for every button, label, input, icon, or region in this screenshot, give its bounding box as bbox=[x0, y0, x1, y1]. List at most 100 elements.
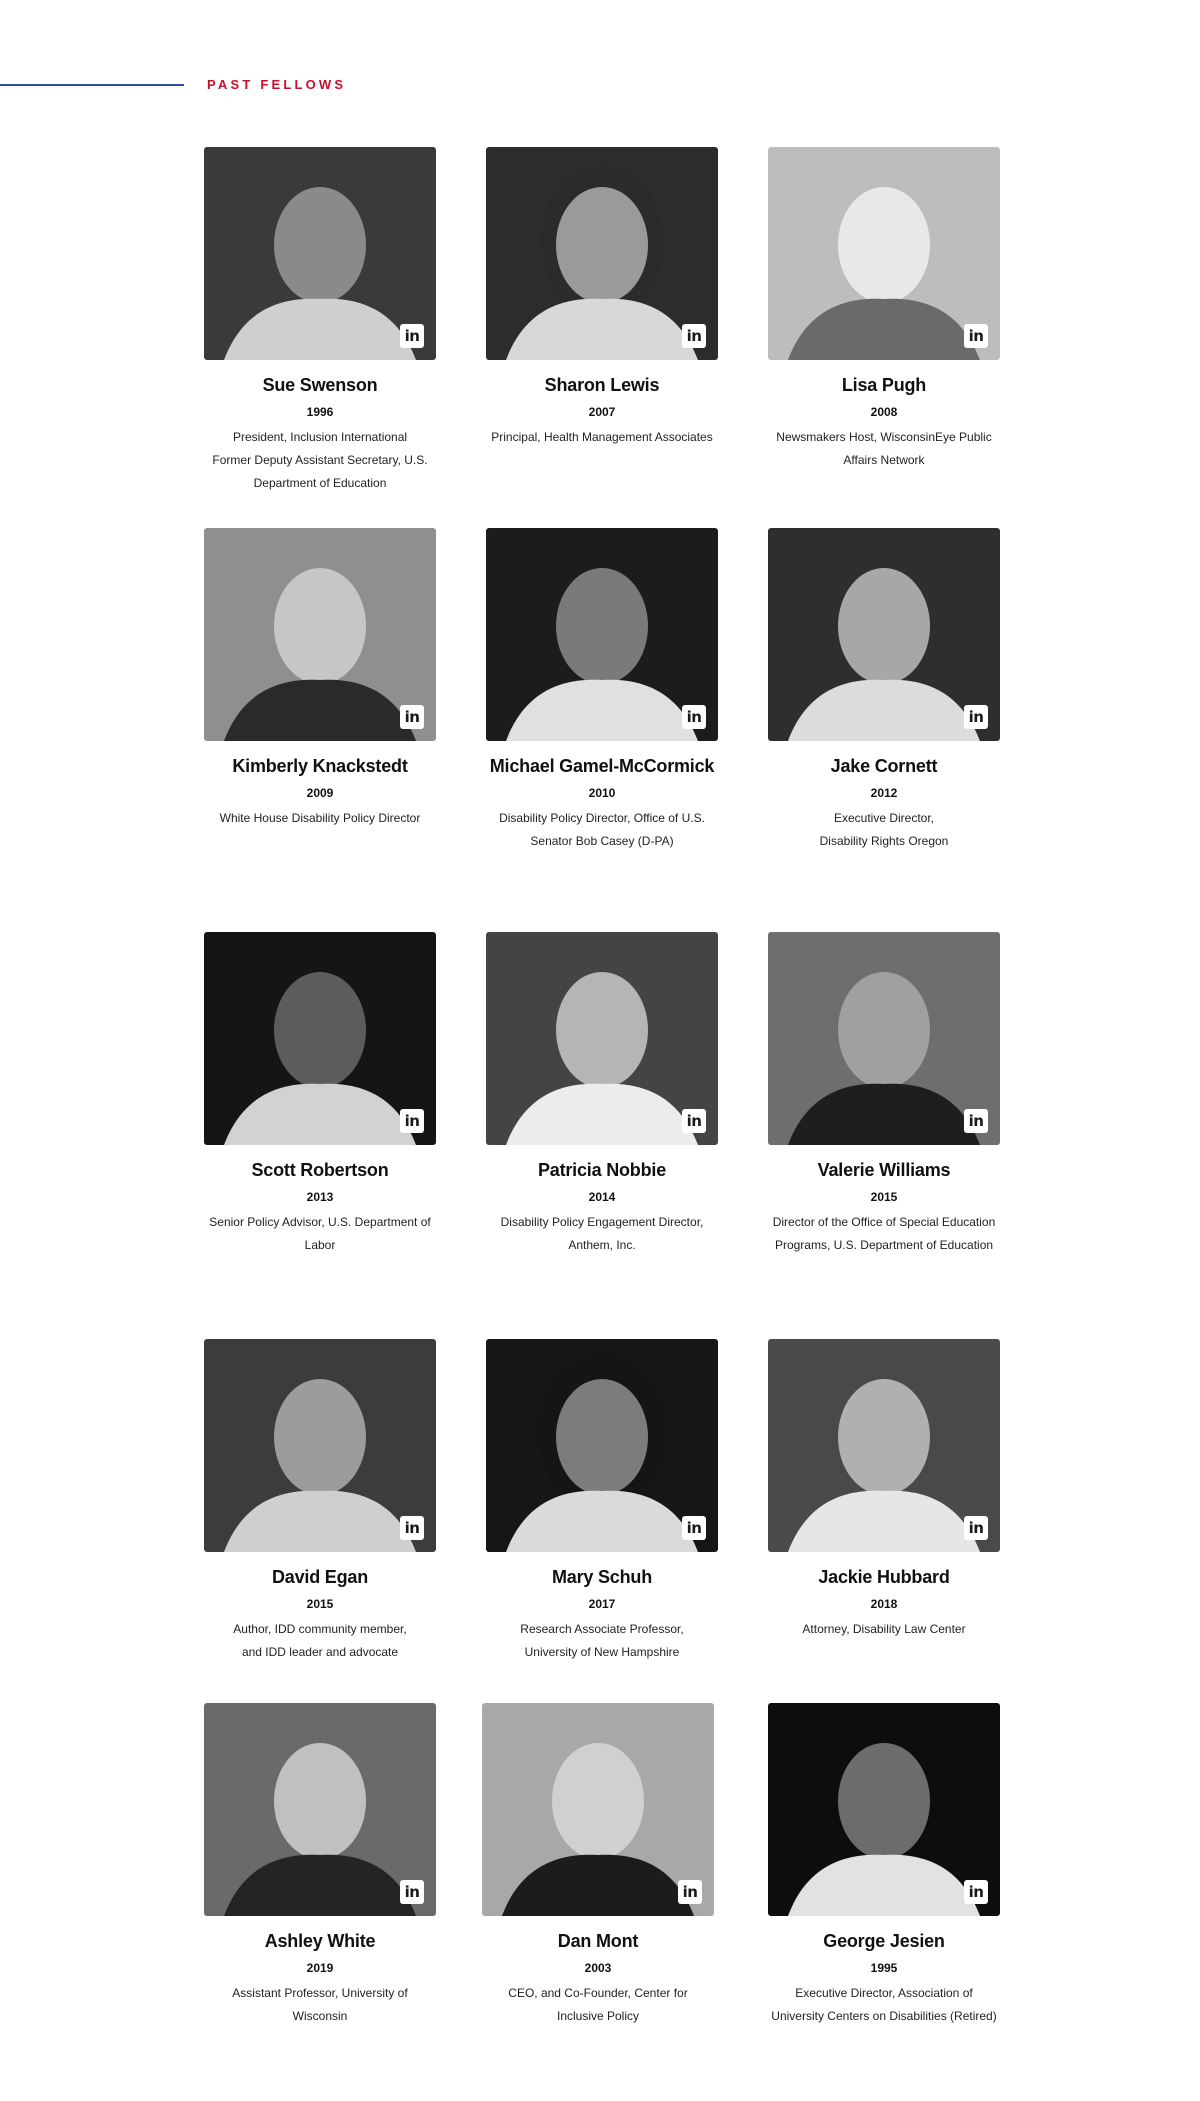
fellow-role-line: Labor bbox=[304, 1238, 336, 1252]
fellow-role-line: Newsmakers Host, WisconsinEye Public bbox=[776, 430, 992, 444]
fellow-name: David Egan bbox=[271, 1567, 369, 1587]
fellow-year: 2018 bbox=[870, 1597, 898, 1611]
fellow-role-line: Assistant Professor, University of Wisco… bbox=[232, 1986, 408, 2023]
linkedin-icon[interactable]: in bbox=[400, 324, 424, 348]
fellow-photo: in bbox=[768, 932, 1000, 1145]
fellow-card: in Mary Schuh 2017 Research Associate Profe… bbox=[486, 1339, 718, 1664]
fellow-role: Executive Director, Disability Rights Ore… bbox=[768, 807, 1000, 853]
fellow-role-line: University of New Hampshire bbox=[524, 1645, 680, 1659]
fellow-photo: in bbox=[486, 528, 718, 741]
linkedin-icon[interactable]: in bbox=[964, 324, 988, 348]
fellow-name: Jackie Hubbard bbox=[818, 1567, 950, 1587]
section-divider-line bbox=[0, 84, 184, 86]
fellow-role: Director of the Office of Special Educat… bbox=[768, 1211, 1000, 1257]
fellow-role-line: Principal, Health Management Associates bbox=[491, 430, 713, 444]
linkedin-icon[interactable]: in bbox=[682, 705, 706, 729]
fellow-role-line: Author, IDD community member, bbox=[233, 1622, 407, 1636]
fellow-photo: in bbox=[204, 1703, 436, 1916]
linkedin-icon[interactable]: in bbox=[400, 705, 424, 729]
fellow-role: President, Inclusion International Former… bbox=[204, 426, 436, 495]
fellow-role-line: Senior Policy Advisor, U.S. Department o… bbox=[209, 1215, 431, 1229]
fellow-role-line: Department of Education bbox=[253, 476, 387, 490]
fellow-role-line: Former Deputy Assistant Secretary, U.S. bbox=[212, 453, 428, 467]
fellow-role-line: Inclusive Policy bbox=[556, 2009, 640, 2023]
linkedin-icon[interactable]: in bbox=[964, 1109, 988, 1133]
fellow-year: 2007 bbox=[588, 405, 616, 419]
fellow-card: in George Jesien 1995 Executive Director, A… bbox=[768, 1703, 1000, 2028]
fellow-role: Research Associate Professor, University … bbox=[486, 1618, 718, 1664]
fellow-year: 2015 bbox=[870, 1190, 898, 1204]
fellow-role-line: President, Inclusion International bbox=[232, 430, 408, 444]
fellow-photo: in bbox=[768, 528, 1000, 741]
fellow-year: 2014 bbox=[588, 1190, 616, 1204]
fellow-year: 2003 bbox=[584, 1961, 612, 1975]
fellow-name: Dan Mont bbox=[557, 1931, 639, 1951]
fellow-card: in Ashley White 2019 Assistant Professor, U… bbox=[204, 1703, 436, 2028]
fellow-role-line: University Centers on Disabilities (Reti… bbox=[771, 2009, 997, 2023]
fellow-card: in Sue Swenson 1996 President, Inclusion In… bbox=[204, 147, 436, 495]
fellow-name: Lisa Pugh bbox=[841, 375, 927, 395]
fellow-role-line: Executive Director, bbox=[833, 811, 935, 825]
fellow-name: Michael Gamel-McCormick bbox=[489, 756, 715, 776]
linkedin-icon[interactable]: in bbox=[678, 1880, 702, 1904]
fellow-photo: in bbox=[482, 1703, 714, 1916]
fellow-name: Kimberly Knackstedt bbox=[232, 756, 408, 776]
fellow-year: 2009 bbox=[306, 786, 334, 800]
linkedin-icon[interactable]: in bbox=[682, 324, 706, 348]
fellow-role: CEO, and Co-Founder, Center for Inclusive… bbox=[482, 1982, 714, 2028]
fellow-photo: in bbox=[204, 528, 436, 741]
fellow-year: 2015 bbox=[306, 1597, 334, 1611]
fellow-name: Ashley White bbox=[264, 1931, 376, 1951]
fellow-role-line: Anthem, Inc. bbox=[568, 1238, 636, 1252]
fellow-year: 2013 bbox=[306, 1190, 334, 1204]
fellow-role: Executive Director, Association of Univer… bbox=[768, 1982, 1000, 2028]
fellow-role-line: White House Disability Policy Director bbox=[219, 811, 421, 825]
fellow-card: in Kimberly Knackstedt 2009 White House Dis… bbox=[204, 528, 436, 830]
fellow-year: 1995 bbox=[870, 1961, 898, 1975]
linkedin-icon[interactable]: in bbox=[682, 1109, 706, 1133]
fellow-name: Sharon Lewis bbox=[544, 375, 660, 395]
fellow-name: George Jesien bbox=[823, 1931, 945, 1951]
fellow-role-line: Research Associate Professor, bbox=[520, 1622, 684, 1636]
fellow-year: 2010 bbox=[588, 786, 616, 800]
linkedin-icon[interactable]: in bbox=[964, 1880, 988, 1904]
fellow-role-line: Disability Policy Director, Office of U.… bbox=[499, 811, 705, 825]
fellow-role: Assistant Professor, University of Wisco… bbox=[204, 1982, 436, 2028]
fellow-name: Jake Cornett bbox=[830, 756, 938, 776]
fellow-role: Disability Policy Engagement Director, An… bbox=[486, 1211, 718, 1257]
fellow-role-line: Attorney, Disability Law Center bbox=[802, 1622, 966, 1636]
linkedin-icon[interactable]: in bbox=[964, 705, 988, 729]
fellow-photo: in bbox=[768, 1339, 1000, 1552]
fellow-role: White House Disability Policy Director bbox=[204, 807, 436, 830]
fellow-photo: in bbox=[486, 932, 718, 1145]
linkedin-icon[interactable]: in bbox=[964, 1516, 988, 1540]
linkedin-icon[interactable]: in bbox=[682, 1516, 706, 1540]
linkedin-icon[interactable]: in bbox=[400, 1516, 424, 1540]
fellow-photo: in bbox=[204, 147, 436, 360]
linkedin-icon[interactable]: in bbox=[400, 1109, 424, 1133]
fellow-card: in David Egan 2015 Author, IDD community me… bbox=[204, 1339, 436, 1664]
fellow-photo: in bbox=[486, 147, 718, 360]
fellow-role-line: Affairs Network bbox=[843, 453, 925, 467]
fellow-year: 2017 bbox=[588, 1597, 616, 1611]
fellow-role: Newsmakers Host, WisconsinEye Public Affa… bbox=[768, 426, 1000, 472]
fellow-role-line: Disability Rights Oregon bbox=[819, 834, 949, 848]
linkedin-icon[interactable]: in bbox=[400, 1880, 424, 1904]
fellow-role-line: Senator Bob Casey (D-PA) bbox=[530, 834, 674, 848]
fellow-role: Principal, Health Management Associates bbox=[486, 426, 718, 449]
fellow-role-line: CEO, and Co-Founder, Center for bbox=[508, 1986, 688, 2000]
fellow-year: 2008 bbox=[870, 405, 898, 419]
fellow-role: Senior Policy Advisor, U.S. Department o… bbox=[204, 1211, 436, 1257]
fellow-year: 2019 bbox=[306, 1961, 334, 1975]
fellow-card: in Jackie Hubbard 2018 Attorney, Disability… bbox=[768, 1339, 1000, 1641]
fellow-role: Disability Policy Director, Office of U.… bbox=[486, 807, 718, 853]
fellow-card: in Michael Gamel-McCormick 2010 Disability … bbox=[486, 528, 718, 853]
fellow-name: Patricia Nobbie bbox=[537, 1160, 667, 1180]
fellow-name: Mary Schuh bbox=[551, 1567, 653, 1587]
fellow-card: in Jake Cornett 2012 Executive Director, Dis… bbox=[768, 528, 1000, 853]
fellow-name: Scott Robertson bbox=[251, 1160, 389, 1180]
fellow-photo: in bbox=[204, 932, 436, 1145]
fellow-card: in Scott Robertson 2013 Senior Policy Advis… bbox=[204, 932, 436, 1257]
fellow-role-line: Executive Director, Association of bbox=[795, 1986, 973, 2000]
fellow-photo: in bbox=[768, 1703, 1000, 1916]
